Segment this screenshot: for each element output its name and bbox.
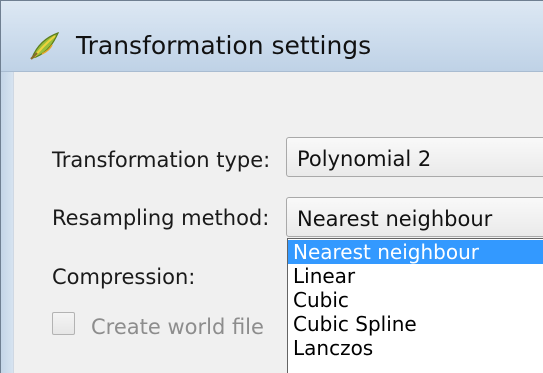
resampling-method-label: Resampling method: xyxy=(52,206,270,230)
create-world-file-label: Create world file xyxy=(91,315,264,339)
create-world-file-checkbox[interactable] xyxy=(52,312,75,335)
transformation-type-combo[interactable]: Polynomial 2 xyxy=(286,137,543,177)
transformation-settings-dialog: Transformation settings Transformation t… xyxy=(0,0,543,373)
dropdown-option-linear[interactable]: Linear xyxy=(288,264,543,288)
dropdown-option-cubic[interactable]: Cubic xyxy=(288,288,543,312)
compression-label: Compression: xyxy=(52,265,196,289)
resampling-method-dropdown-list: Nearest neighbour Linear Cubic Cubic Spl… xyxy=(287,238,543,373)
window-title: Transformation settings xyxy=(76,31,372,60)
transformation-type-value: Polynomial 2 xyxy=(297,147,432,171)
transformation-type-label: Transformation type: xyxy=(52,148,271,172)
dropdown-option-lanczos[interactable]: Lanczos xyxy=(288,336,543,360)
window-frame-left xyxy=(1,72,13,373)
title-bar[interactable]: Transformation settings xyxy=(1,1,543,72)
resampling-method-value: Nearest neighbour xyxy=(297,207,493,231)
qgis-leaf-icon xyxy=(30,31,60,60)
dropdown-option-cubic-spline[interactable]: Cubic Spline xyxy=(288,312,543,336)
resampling-method-combo[interactable]: Nearest neighbour xyxy=(286,197,543,237)
dropdown-option-nearest-neighbour[interactable]: Nearest neighbour xyxy=(288,240,543,264)
